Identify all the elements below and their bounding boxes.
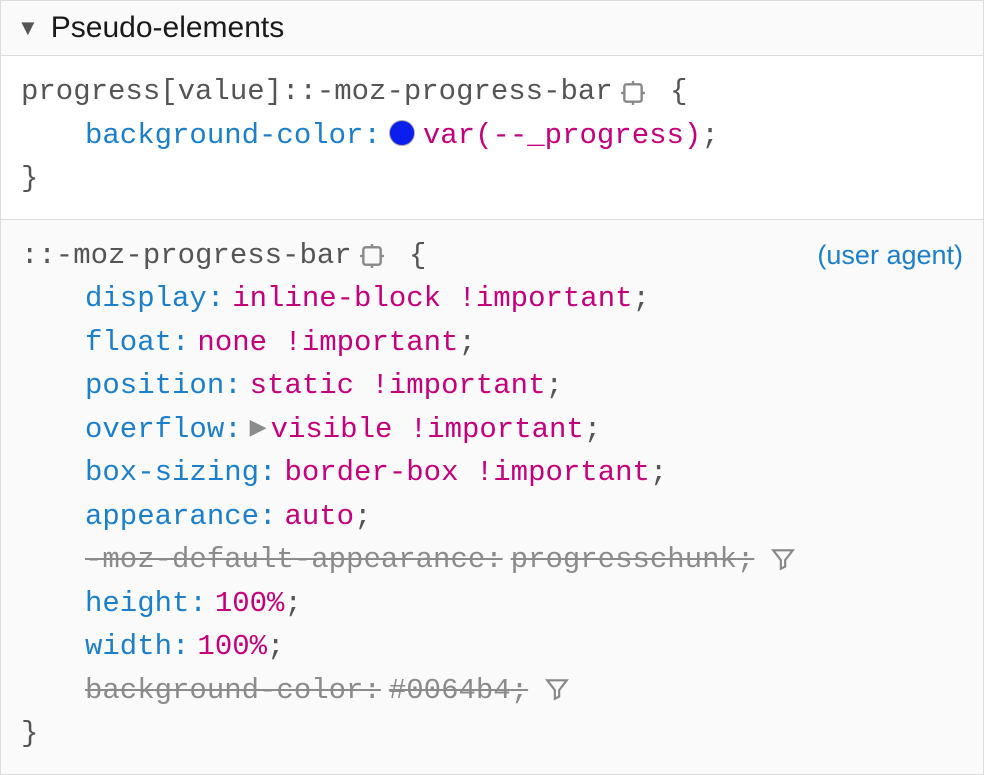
- selector-line: progress[value]::-moz-progress-bar {: [21, 70, 963, 114]
- filter-icon[interactable]: [544, 676, 572, 704]
- css-declaration[interactable]: float: none !important;: [21, 321, 963, 365]
- selector-line: ::-moz-progress-bar { (user agent): [21, 234, 963, 278]
- css-declaration[interactable]: appearance: auto;: [21, 495, 963, 539]
- css-declaration[interactable]: background-color: var(--_progress);: [21, 114, 963, 158]
- open-brace: {: [653, 70, 688, 114]
- css-value: border-box !important: [284, 451, 649, 495]
- section-title: Pseudo-elements: [51, 11, 284, 45]
- css-selector[interactable]: progress[value]::-moz-progress-bar: [21, 70, 613, 114]
- css-value: inline-block !important: [232, 277, 632, 321]
- shorthand-expander-icon[interactable]: ▶: [250, 418, 267, 440]
- rule-source-label[interactable]: (user agent): [817, 235, 963, 276]
- color-swatch[interactable]: [389, 120, 415, 146]
- css-declaration[interactable]: display: inline-block !important;: [21, 277, 963, 321]
- css-property: -moz-default-appearance: [85, 538, 485, 582]
- close-brace: }: [21, 157, 963, 201]
- close-brace: }: [21, 712, 963, 756]
- css-value[interactable]: var(--_progress): [423, 114, 701, 158]
- css-declaration[interactable]: width: 100%;: [21, 625, 963, 669]
- css-value: 100%: [215, 582, 285, 626]
- css-value: none !important: [197, 321, 458, 365]
- css-selector[interactable]: ::-moz-progress-bar: [21, 234, 352, 278]
- css-value: #0064b4: [389, 669, 511, 713]
- css-value: 100%: [197, 625, 267, 669]
- highlight-element-icon[interactable]: [358, 242, 386, 270]
- css-declaration[interactable]: background-color: #0064b4;: [21, 669, 963, 713]
- css-value: visible !important: [271, 408, 584, 452]
- css-property: box-sizing: [85, 451, 259, 495]
- highlight-element-icon[interactable]: [619, 79, 647, 107]
- css-value: auto: [284, 495, 354, 539]
- css-property[interactable]: background-color: [85, 114, 363, 158]
- css-property: width: [85, 625, 172, 669]
- collapse-triangle-icon[interactable]: ▼: [17, 17, 39, 39]
- css-property: height: [85, 582, 189, 626]
- css-declaration[interactable]: overflow: ▶ visible !important;: [21, 408, 963, 452]
- css-rule: progress[value]::-moz-progress-bar { bac…: [1, 56, 983, 220]
- css-property: background-color: [85, 669, 363, 713]
- css-declaration[interactable]: position: static !important;: [21, 364, 963, 408]
- open-brace: {: [392, 234, 427, 278]
- css-declaration[interactable]: -moz-default-appearance: progresschunk;: [21, 538, 963, 582]
- css-property: appearance: [85, 495, 259, 539]
- css-value: static !important: [250, 364, 546, 408]
- filter-icon[interactable]: [770, 546, 798, 574]
- css-value: progresschunk: [511, 538, 737, 582]
- css-declaration[interactable]: height: 100%;: [21, 582, 963, 626]
- css-property: position: [85, 364, 224, 408]
- pseudo-elements-section-header[interactable]: ▼ Pseudo-elements: [1, 1, 983, 56]
- css-property: display: [85, 277, 207, 321]
- css-rule: ::-moz-progress-bar { (user agent) displ…: [1, 220, 983, 774]
- css-property: overflow: [85, 408, 224, 452]
- css-property: float: [85, 321, 172, 365]
- css-declaration[interactable]: box-sizing: border-box !important;: [21, 451, 963, 495]
- styles-panel: ▼ Pseudo-elements progress[value]::-moz-…: [0, 0, 984, 775]
